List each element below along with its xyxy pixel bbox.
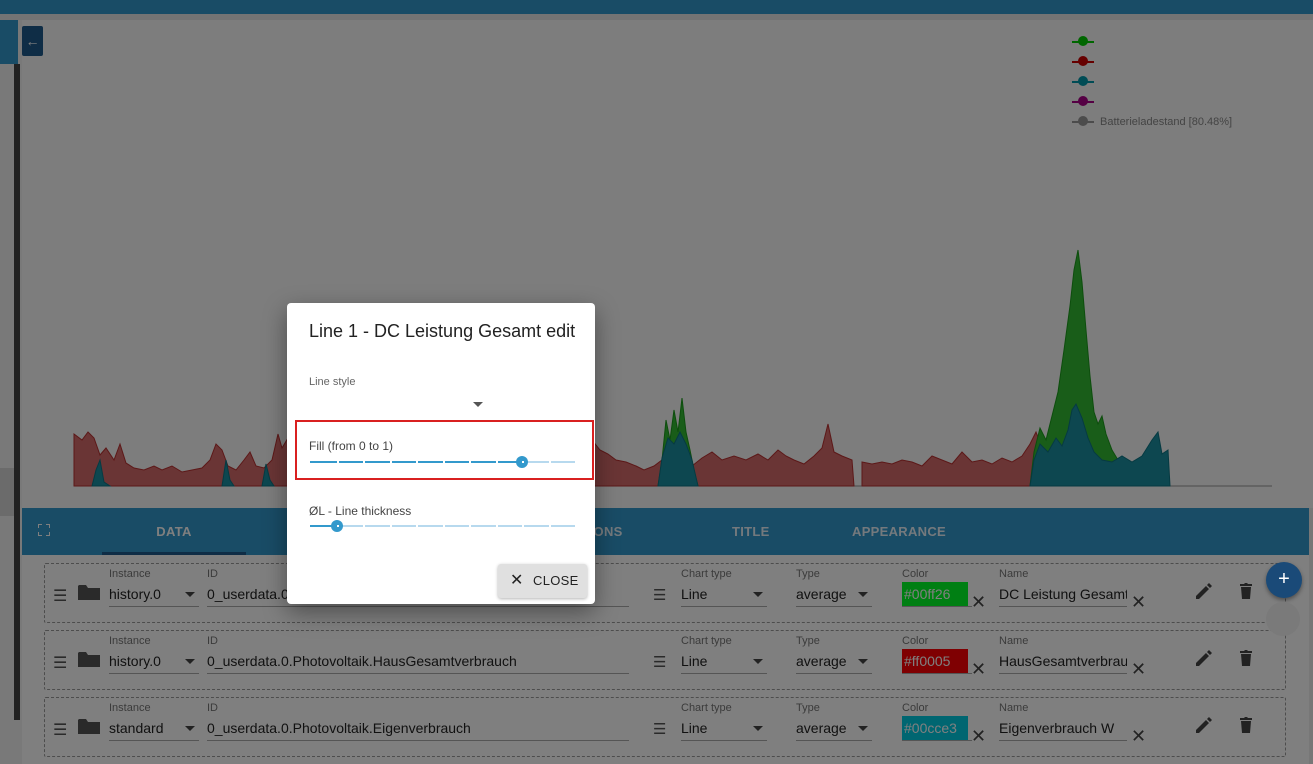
thickness-slider[interactable] <box>310 520 575 532</box>
chevron-down-icon <box>473 402 483 407</box>
slider-tick <box>336 525 339 527</box>
fill-highlight-box <box>295 420 594 480</box>
close-button-label: CLOSE <box>533 573 579 588</box>
secondary-fab[interactable] <box>1266 602 1300 636</box>
slider-tick <box>522 525 524 527</box>
slider-tick <box>363 525 365 527</box>
slider-tick <box>416 525 418 527</box>
modal-backdrop[interactable] <box>0 0 1313 764</box>
slider-tick <box>469 525 471 527</box>
dialog-title: Line 1 - DC Leistung Gesamt edit <box>309 321 576 341</box>
line-style-label: Line style <box>309 376 356 388</box>
add-line-button[interactable]: + <box>1266 562 1302 598</box>
slider-tick <box>548 525 551 527</box>
slider-tick <box>442 525 445 527</box>
line-style-select[interactable] <box>309 391 487 413</box>
close-button[interactable]: ✕ CLOSE <box>498 564 587 598</box>
thickness-label: ØL - Line thickness <box>309 504 412 518</box>
slider-tick <box>495 525 498 527</box>
close-icon: ✕ <box>510 572 524 589</box>
slider-tick <box>389 525 392 527</box>
